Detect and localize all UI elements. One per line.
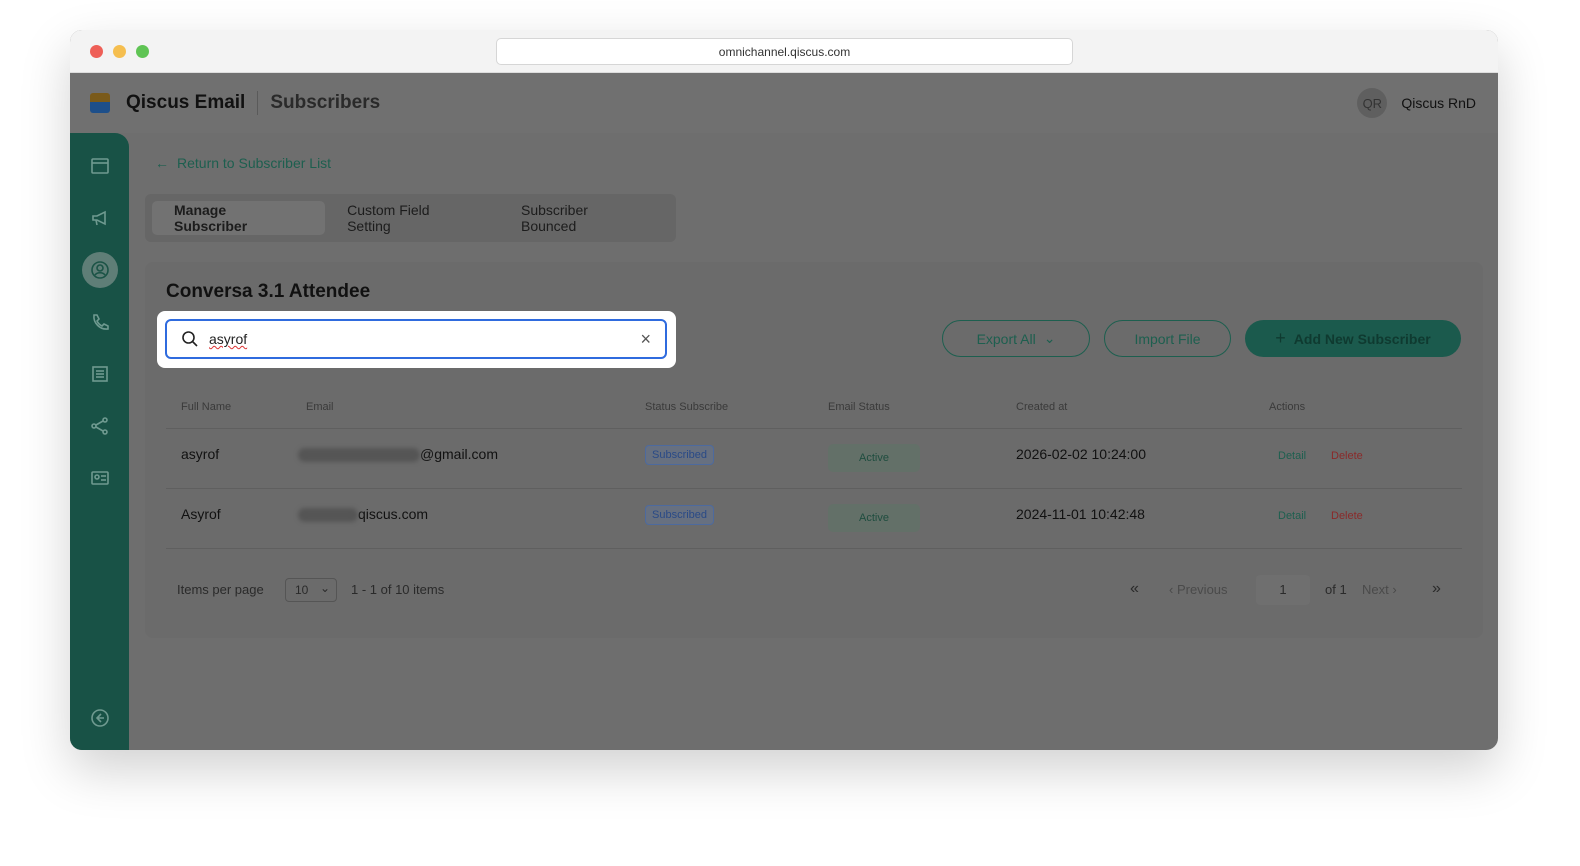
tab-manage-subscriber[interactable]: Manage Subscriber: [152, 201, 326, 235]
plus-icon: +: [1275, 328, 1286, 348]
add-new-subscriber-button[interactable]: + Add New Subscriber: [1245, 320, 1461, 357]
next-label: Next: [1362, 582, 1389, 597]
return-link-label: Return to Subscriber List: [177, 155, 332, 171]
app-name: Qiscus Email: [126, 92, 246, 113]
megaphone-icon: [92, 210, 106, 226]
tab-bar: Manage Subscriber Custom Field Setting S…: [145, 194, 676, 242]
browser-window: omnichannel.qiscus.com Qiscus Email Subs…: [70, 30, 1498, 750]
next-button[interactable]: Next ›: [1362, 582, 1397, 597]
redacted-email: [298, 508, 358, 523]
redacted-email: [298, 448, 420, 463]
divider: [166, 548, 1462, 549]
column-header: Created at: [1016, 401, 1068, 413]
divider: [166, 428, 1462, 429]
sidebar-item-subscribers[interactable]: [82, 252, 118, 288]
page-number-input[interactable]: 1: [1256, 575, 1310, 605]
divider: [257, 91, 259, 115]
minimize-window-button[interactable]: [113, 45, 126, 58]
list-title: Conversa 3.1 Attendee: [166, 281, 371, 302]
status-badge: Subscribed: [645, 445, 715, 465]
add-label: Add New Subscriber: [1293, 330, 1431, 347]
qiscus-logo-icon: [90, 93, 110, 113]
full-name: asyrof: [181, 446, 220, 462]
sidebar-item-reports[interactable]: [82, 356, 118, 392]
user-name: Qiscus RnD: [1401, 95, 1476, 111]
column-header: Full Name: [181, 401, 232, 413]
sidebar-item-dashboard[interactable]: [82, 148, 118, 184]
user-menu[interactable]: QR Qiscus RnD: [1357, 88, 1476, 118]
search-input[interactable]: asyrof ×: [165, 319, 667, 359]
first-page-icon[interactable]: «: [1130, 580, 1139, 598]
detail-link[interactable]: Detail: [1278, 450, 1306, 462]
last-page-icon[interactable]: »: [1432, 580, 1441, 598]
user-circle-icon: [91, 261, 109, 279]
avatar: QR: [1357, 88, 1388, 118]
previous-button[interactable]: ‹ Previous: [1169, 582, 1228, 597]
search-highlight: asyrof ×: [157, 311, 676, 368]
tab-custom-field-setting[interactable]: Custom Field Setting: [325, 201, 499, 235]
search-value: asyrof: [209, 331, 248, 347]
chevron-down-icon: ⌄: [319, 581, 330, 595]
phone-icon: [93, 314, 109, 330]
share-nodes-icon: [91, 417, 108, 435]
tab-subscriber-bounced[interactable]: Subscriber Bounced: [499, 201, 669, 235]
column-header: Email: [306, 401, 334, 413]
status-badge: Subscribed: [645, 505, 715, 525]
export-label: Export All: [976, 330, 1036, 347]
export-all-button[interactable]: Export All ⌄: [942, 320, 1090, 357]
maximize-window-button[interactable]: [136, 45, 149, 58]
window-icon: [91, 158, 109, 174]
page-title: Subscribers: [270, 92, 381, 113]
email: qiscus.com: [298, 506, 429, 523]
sidebar-item-campaigns[interactable]: [82, 200, 118, 236]
column-header: Actions: [1269, 401, 1306, 413]
search-icon: [182, 331, 198, 347]
column-header: Email Status: [828, 401, 890, 413]
email: @gmail.com: [298, 446, 499, 463]
items-per-page-select[interactable]: 10 ⌄: [285, 578, 337, 602]
delete-link[interactable]: Delete: [1331, 510, 1363, 522]
arrow-left-icon: ←: [155, 155, 169, 171]
items-per-page-label: Items per page: [177, 582, 264, 597]
newspaper-icon: [92, 366, 108, 382]
items-range: 1 - 1 of 10 items: [351, 582, 445, 597]
sidebar-item-calls[interactable]: [82, 304, 118, 340]
created-at: 2026-02-02 10:24:00: [1016, 446, 1146, 462]
sidebar-collapse-button[interactable]: [82, 700, 118, 736]
chevron-down-icon: ⌄: [1043, 330, 1056, 346]
divider: [166, 488, 1462, 489]
page-total: of 1: [1325, 582, 1347, 597]
delete-link[interactable]: Delete: [1331, 450, 1363, 462]
full-name: Asyrof: [181, 506, 221, 522]
return-link[interactable]: ← Return to Subscriber List: [155, 155, 331, 171]
email-status-badge: Active: [828, 504, 920, 532]
previous-label: Previous: [1176, 582, 1228, 597]
address-bar[interactable]: omnichannel.qiscus.com: [496, 38, 1073, 65]
import-file-button[interactable]: Import File: [1104, 320, 1231, 357]
title-bar: omnichannel.qiscus.com: [70, 30, 1498, 73]
per-page-value: 10: [295, 583, 309, 597]
detail-link[interactable]: Detail: [1278, 510, 1306, 522]
close-window-button[interactable]: [90, 45, 103, 58]
created-at: 2024-11-01 10:42:48: [1016, 506, 1145, 522]
id-card-icon: [91, 471, 109, 485]
sidebar: [70, 133, 129, 750]
arrow-left-circle-icon: [91, 709, 109, 727]
email-domain: @gmail.com: [420, 446, 499, 462]
sidebar-item-integrations[interactable]: [82, 408, 118, 444]
clear-search-icon[interactable]: ×: [640, 329, 651, 350]
column-header: Status Subscribe: [645, 401, 729, 413]
sidebar-item-contacts[interactable]: [82, 460, 118, 496]
email-status-badge: Active: [828, 444, 920, 472]
app-header: Qiscus Email Subscribers QR Qiscus RnD: [70, 73, 1498, 133]
email-domain: qiscus.com: [358, 506, 429, 522]
